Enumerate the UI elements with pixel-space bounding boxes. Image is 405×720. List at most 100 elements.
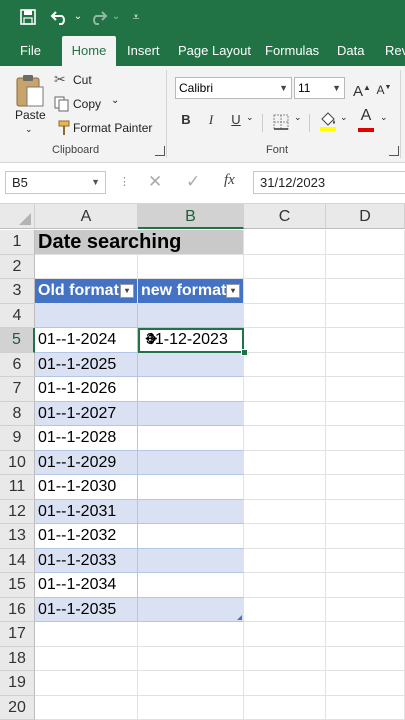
decrease-font-icon[interactable]: A▼ (374, 78, 394, 98)
cell-d20[interactable] (326, 695, 405, 720)
cut-button[interactable]: Cut (73, 73, 92, 87)
fill-color-dropdown-icon[interactable]: ⌄ (340, 112, 348, 123)
copy-icon[interactable] (54, 96, 70, 117)
cell-d8[interactable] (326, 401, 405, 426)
cell-c20[interactable] (244, 695, 326, 720)
font-name-dropdown-icon[interactable]: ▼ (279, 78, 288, 98)
cell-b4[interactable] (138, 303, 244, 328)
row-header[interactable]: 12 (0, 499, 35, 524)
row-header[interactable]: 13 (0, 524, 35, 549)
filter-dropdown-icon[interactable]: ▾ (226, 284, 240, 298)
cell-c14[interactable] (244, 548, 326, 573)
cell-c3[interactable] (244, 279, 326, 304)
font-launcher-icon[interactable] (389, 146, 399, 156)
cell-c1[interactable] (244, 230, 326, 255)
tab-formulas[interactable]: Formulas (265, 36, 319, 66)
select-all-corner[interactable] (0, 204, 35, 229)
column-header-b[interactable]: B (138, 204, 244, 229)
cell-d15[interactable] (326, 573, 405, 598)
copy-button[interactable]: Copy (73, 97, 101, 111)
font-color-dropdown-icon[interactable]: ⌄ (380, 112, 388, 123)
cell-d3[interactable] (326, 279, 405, 304)
enter-icon[interactable]: ✓ (186, 172, 200, 192)
cell-a1[interactable]: Date searching (35, 230, 244, 255)
row-header[interactable]: 18 (0, 646, 35, 671)
column-header-c[interactable]: C (244, 204, 326, 229)
row-header[interactable]: 3 (0, 279, 35, 304)
customize-icon[interactable]: ⩡ (124, 6, 148, 28)
cell-b9[interactable] (138, 426, 244, 451)
row-header[interactable]: 6 (0, 352, 35, 377)
cell-b11[interactable] (138, 475, 244, 500)
font-name-box[interactable]: Calibri ▼ (175, 77, 292, 99)
row-header[interactable]: 9 (0, 426, 35, 451)
tab-file[interactable]: File (20, 36, 41, 66)
cell-a17[interactable] (35, 622, 138, 647)
paste-dropdown-icon[interactable]: ⌄ (25, 124, 33, 135)
cell-d18[interactable] (326, 646, 405, 671)
cell-c4[interactable] (244, 303, 326, 328)
tab-home[interactable]: Home (62, 36, 116, 66)
cell-b16[interactable] (138, 597, 244, 622)
cell-b10[interactable] (138, 450, 244, 475)
fill-handle[interactable] (241, 349, 248, 356)
cut-icon[interactable]: ✂ (54, 71, 66, 88)
row-header[interactable]: 10 (0, 450, 35, 475)
column-header-d[interactable]: D (326, 204, 405, 229)
cell-a16[interactable]: 01--1-2035 (35, 597, 138, 622)
row-header[interactable]: 14 (0, 548, 35, 573)
row-header[interactable]: 20 (0, 695, 35, 720)
row-header[interactable]: 16 (0, 597, 35, 622)
cell-d10[interactable] (326, 450, 405, 475)
cell-a3[interactable]: Old format ▾ (35, 279, 138, 304)
cell-c7[interactable] (244, 377, 326, 402)
insert-function-icon[interactable]: fx (224, 172, 235, 189)
cell-b8[interactable] (138, 401, 244, 426)
cell-d14[interactable] (326, 548, 405, 573)
cell-d7[interactable] (326, 377, 405, 402)
cell-c16[interactable] (244, 597, 326, 622)
row-header[interactable]: 1 (0, 230, 35, 255)
cell-b15[interactable] (138, 573, 244, 598)
cell-a20[interactable] (35, 695, 138, 720)
cell-d11[interactable] (326, 475, 405, 500)
underline-button[interactable]: U (226, 110, 246, 130)
name-box-dropdown-icon[interactable]: ▼ (91, 172, 100, 193)
font-size-dropdown-icon[interactable]: ▼ (332, 78, 341, 98)
underline-dropdown-icon[interactable]: ⌄ (246, 112, 254, 123)
cell-b18[interactable] (138, 646, 244, 671)
cell-d6[interactable] (326, 352, 405, 377)
cell-b19[interactable] (138, 671, 244, 696)
cell-b20[interactable] (138, 695, 244, 720)
tab-data[interactable]: Data (337, 36, 364, 66)
cell-c10[interactable] (244, 450, 326, 475)
cell-a5[interactable]: 01--1-2024 (35, 328, 138, 353)
bold-button[interactable]: B (176, 110, 196, 130)
paste-icon[interactable] (14, 72, 46, 113)
cell-a10[interactable]: 01--1-2029 (35, 450, 138, 475)
row-header[interactable]: 4 (0, 303, 35, 328)
cell-c6[interactable] (244, 352, 326, 377)
paste-button[interactable]: Paste (15, 108, 46, 122)
cell-c15[interactable] (244, 573, 326, 598)
cell-d1[interactable] (326, 230, 405, 255)
cell-d4[interactable] (326, 303, 405, 328)
formula-input[interactable]: 31/12/2023 (253, 171, 405, 194)
cell-b3[interactable]: new format ▾ (138, 279, 244, 304)
cell-d12[interactable] (326, 499, 405, 524)
cell-a15[interactable]: 01--1-2034 (35, 573, 138, 598)
tab-page-layout[interactable]: Page Layout (178, 36, 251, 66)
fill-color-icon[interactable] (318, 110, 338, 137)
cell-a11[interactable]: 01--1-2030 (35, 475, 138, 500)
cell-d17[interactable] (326, 622, 405, 647)
save-icon[interactable] (16, 6, 40, 28)
tab-review[interactable]: Rev (385, 36, 405, 66)
borders-dropdown-icon[interactable]: ⌄ (294, 112, 302, 123)
row-header[interactable]: 2 (0, 254, 35, 279)
cell-d2[interactable] (326, 254, 405, 279)
cell-b17[interactable] (138, 622, 244, 647)
cell-b6[interactable] (138, 352, 244, 377)
cell-a6[interactable]: 01--1-2025 (35, 352, 138, 377)
row-header[interactable]: 17 (0, 622, 35, 647)
cell-c19[interactable] (244, 671, 326, 696)
